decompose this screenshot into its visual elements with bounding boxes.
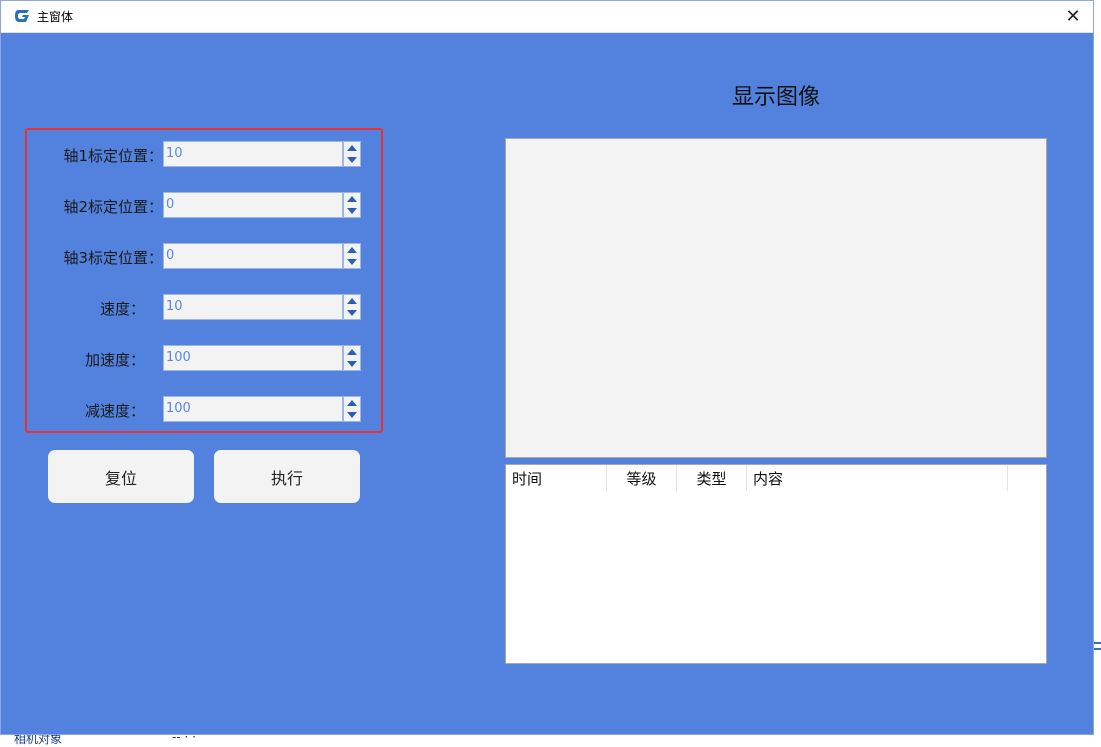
log-header: 时间 等级 类型 内容: [506, 465, 1046, 491]
param-row-axis3: 轴3标定位置： 0: [27, 243, 383, 271]
title-bar[interactable]: 主窗体 ✕: [1, 1, 1093, 33]
app-logo-icon: [15, 10, 29, 22]
param-row-speed: 速度： 10: [27, 294, 383, 322]
main-window: 主窗体 ✕ 轴1标定位置： 10 轴2标定位置： 0 轴3标定位置： 0 速度：…: [0, 0, 1094, 735]
spin-down-button[interactable]: [344, 358, 360, 370]
background-window-strip-right: [1093, 30, 1101, 742]
axis1-position-input[interactable]: 10: [163, 141, 343, 167]
execute-button[interactable]: 执行: [214, 450, 360, 503]
log-column-type[interactable]: 类型: [677, 465, 747, 491]
spin-up-button[interactable]: [344, 295, 360, 307]
arrow-down-icon: [347, 259, 357, 265]
close-icon: ✕: [1065, 6, 1081, 27]
spin-up-button[interactable]: [344, 193, 360, 205]
image-display-area: [505, 138, 1047, 458]
deceleration-label: 减速度：: [84, 402, 145, 420]
arrow-down-icon: [347, 361, 357, 367]
deceleration-spinner: [343, 396, 361, 422]
speed-input[interactable]: 10: [163, 294, 343, 320]
spin-down-button[interactable]: [344, 307, 360, 319]
param-row-axis2: 轴2标定位置： 0: [27, 192, 383, 220]
param-row-acceleration: 加速度： 100: [27, 345, 383, 373]
acceleration-spinner: [343, 345, 361, 371]
spin-up-button[interactable]: [344, 346, 360, 358]
spin-up-button[interactable]: [344, 244, 360, 256]
deceleration-input[interactable]: 100: [163, 396, 343, 422]
axis1-position-label: 轴1标定位置：: [63, 147, 163, 165]
arrow-up-icon: [347, 145, 357, 151]
spin-up-button[interactable]: [344, 142, 360, 154]
acceleration-input[interactable]: 100: [163, 345, 343, 371]
arrow-down-icon: [347, 208, 357, 214]
close-button[interactable]: ✕: [1053, 1, 1093, 32]
arrow-up-icon: [347, 298, 357, 304]
spin-down-button[interactable]: [344, 154, 360, 166]
window-title: 主窗体: [37, 10, 74, 24]
arrow-down-icon: [347, 157, 357, 163]
spin-down-button[interactable]: [344, 205, 360, 217]
spin-down-button[interactable]: [344, 409, 360, 421]
arrow-up-icon: [347, 247, 357, 253]
log-column-content[interactable]: 内容: [747, 465, 1008, 491]
arrow-up-icon: [347, 349, 357, 355]
log-column-time[interactable]: 时间: [506, 465, 607, 491]
axis3-position-input[interactable]: 0: [163, 243, 343, 269]
axis3-position-label: 轴3标定位置：: [63, 249, 163, 267]
spin-up-button[interactable]: [344, 397, 360, 409]
arrow-up-icon: [347, 400, 357, 406]
axis2-spinner: [343, 192, 361, 218]
speed-spinner: [343, 294, 361, 320]
speed-label: 速度：: [99, 300, 145, 318]
axis2-position-input[interactable]: 0: [163, 192, 343, 218]
axis1-spinner: [343, 141, 361, 167]
param-row-axis1: 轴1标定位置： 10: [27, 141, 383, 169]
arrow-up-icon: [347, 196, 357, 202]
spin-down-button[interactable]: [344, 256, 360, 268]
acceleration-label: 加速度：: [84, 351, 145, 369]
image-panel-title: 显示图像: [731, 85, 820, 110]
param-row-deceleration: 减速度： 100: [27, 396, 383, 424]
log-column-level[interactable]: 等级: [607, 465, 677, 491]
axis3-spinner: [343, 243, 361, 269]
log-list[interactable]: 时间 等级 类型 内容: [505, 464, 1047, 664]
arrow-down-icon: [347, 310, 357, 316]
parameter-panel: 轴1标定位置： 10 轴2标定位置： 0 轴3标定位置： 0 速度： 10 加速…: [25, 128, 383, 433]
arrow-down-icon: [347, 412, 357, 418]
axis2-position-label: 轴2标定位置：: [63, 198, 163, 216]
reset-button[interactable]: 复位: [48, 450, 194, 503]
